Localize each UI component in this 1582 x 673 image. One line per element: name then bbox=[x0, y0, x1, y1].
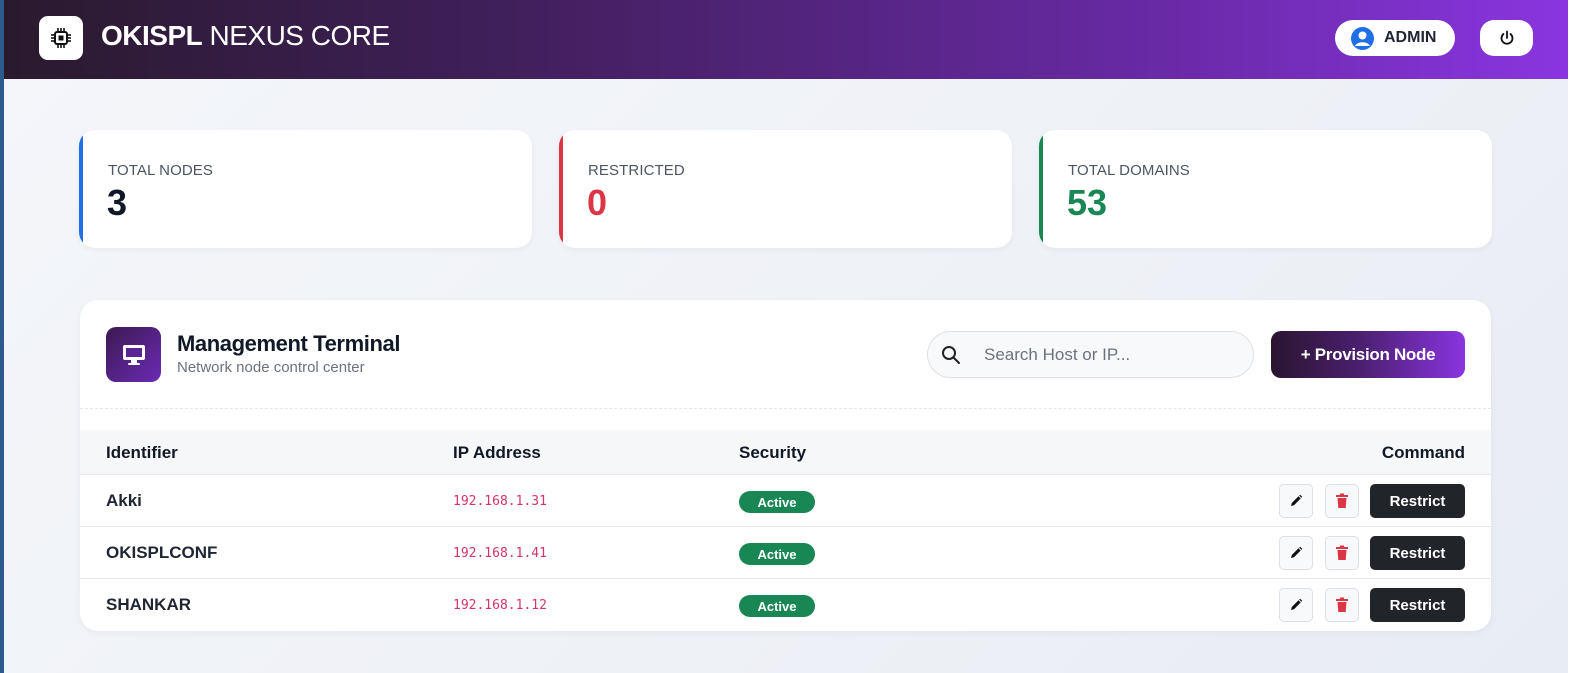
header-security: Security bbox=[739, 443, 807, 462]
header-ip-address: IP Address bbox=[453, 443, 541, 462]
header-identifier: Identifier bbox=[106, 443, 178, 462]
status-badge: Active bbox=[739, 595, 815, 617]
logo[interactable] bbox=[39, 16, 83, 60]
table-row: Akki 192.168.1.31 Active Restrict bbox=[80, 475, 1491, 527]
chip-icon bbox=[51, 28, 71, 48]
stat-accent bbox=[79, 130, 83, 248]
restrict-button[interactable]: Restrict bbox=[1370, 536, 1465, 570]
node-ip: 192.168.1.41 bbox=[453, 546, 547, 561]
delete-button[interactable] bbox=[1325, 588, 1359, 622]
node-identifier: SHANKAR bbox=[106, 595, 191, 614]
header-command: Command bbox=[1381, 443, 1465, 462]
trash-icon bbox=[1336, 493, 1348, 508]
panel-title: Management Terminal bbox=[177, 331, 401, 356]
stat-label: RESTRICTED bbox=[588, 162, 685, 179]
search-icon bbox=[942, 346, 960, 364]
stat-card-total-domains: TOTAL DOMAINS 53 bbox=[1039, 130, 1492, 248]
delete-button[interactable] bbox=[1325, 536, 1359, 570]
restrict-button[interactable]: Restrict bbox=[1370, 484, 1465, 518]
user-circle-icon bbox=[1351, 26, 1374, 50]
edit-button[interactable] bbox=[1279, 588, 1313, 622]
status-badge: Active bbox=[739, 543, 815, 565]
monitor-icon bbox=[106, 327, 161, 382]
pencil-icon bbox=[1291, 546, 1303, 558]
delete-button[interactable] bbox=[1325, 484, 1359, 518]
divider bbox=[80, 408, 1491, 409]
table-row: SHANKAR 192.168.1.12 Active Restrict bbox=[80, 579, 1491, 631]
edit-button[interactable] bbox=[1279, 536, 1313, 570]
node-ip: 192.168.1.31 bbox=[453, 494, 547, 509]
management-terminal-panel: Management Terminal Network node control… bbox=[80, 300, 1491, 631]
stat-value: 53 bbox=[1067, 182, 1108, 223]
trash-icon bbox=[1336, 597, 1348, 612]
top-navbar: OKISPL NEXUS CORE ADMIN bbox=[4, 0, 1568, 79]
stat-accent bbox=[559, 130, 563, 248]
logout-button[interactable] bbox=[1480, 20, 1533, 56]
node-identifier: OKISPLCONF bbox=[106, 543, 218, 562]
search-box bbox=[927, 331, 1254, 378]
restrict-button[interactable]: Restrict bbox=[1370, 588, 1465, 622]
power-icon bbox=[1500, 30, 1513, 45]
stat-value: 0 bbox=[587, 182, 608, 223]
window-edge bbox=[1568, 0, 1582, 673]
status-badge: Active bbox=[739, 491, 815, 513]
pencil-icon bbox=[1291, 494, 1303, 506]
stat-card-restricted: RESTRICTED 0 bbox=[559, 130, 1012, 248]
app-window: OKISPL NEXUS CORE ADMIN TOTAL NODES 3 RE… bbox=[4, 0, 1568, 673]
trash-icon bbox=[1336, 545, 1348, 560]
stat-label: TOTAL DOMAINS bbox=[1068, 162, 1190, 179]
brand-bold: OKISPL bbox=[101, 20, 203, 51]
panel-subtitle: Network node control center bbox=[177, 359, 365, 376]
table-header: Identifier IP Address Security Command bbox=[80, 430, 1491, 475]
table-row: OKISPLCONF 192.168.1.41 Active Restrict bbox=[80, 527, 1491, 579]
node-ip: 192.168.1.12 bbox=[453, 598, 547, 613]
stat-label: TOTAL NODES bbox=[108, 162, 214, 179]
node-identifier: Akki bbox=[106, 491, 142, 510]
search-input[interactable] bbox=[984, 344, 1234, 366]
user-menu-button[interactable]: ADMIN bbox=[1335, 20, 1455, 56]
brand-light: NEXUS CORE bbox=[209, 20, 391, 51]
stat-card-total-nodes: TOTAL NODES 3 bbox=[79, 130, 532, 248]
brand-title: OKISPL NEXUS CORE bbox=[101, 20, 390, 52]
user-label: ADMIN bbox=[1384, 29, 1437, 46]
pencil-icon bbox=[1291, 598, 1303, 610]
provision-node-button[interactable]: + Provision Node bbox=[1271, 331, 1465, 378]
stat-accent bbox=[1039, 130, 1043, 248]
edit-button[interactable] bbox=[1279, 484, 1313, 518]
stat-value: 3 bbox=[107, 182, 128, 223]
